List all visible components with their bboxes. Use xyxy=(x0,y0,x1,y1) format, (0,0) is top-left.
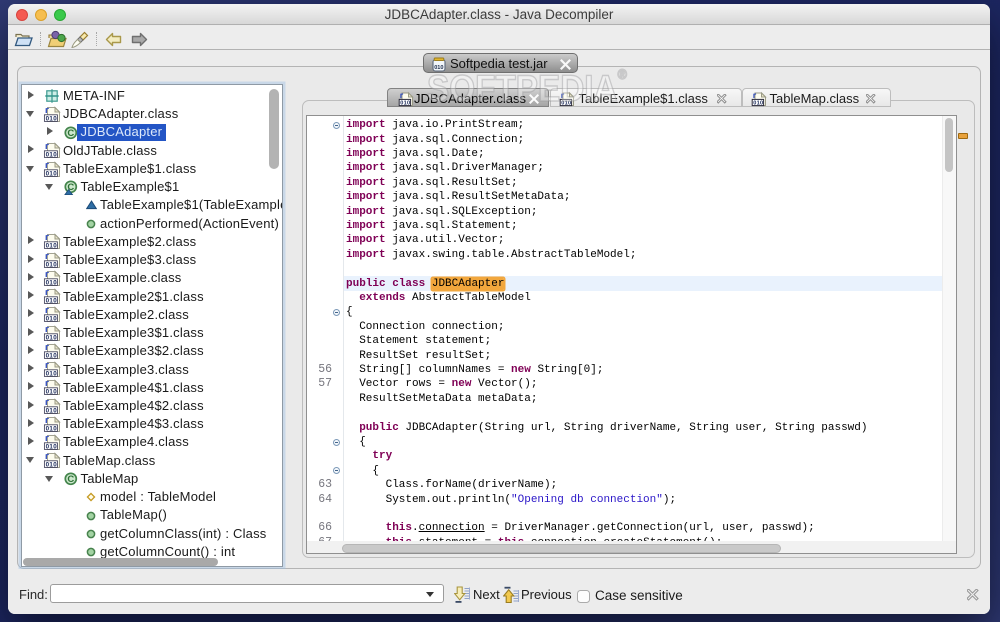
svg-text:010: 010 xyxy=(46,389,58,396)
svg-text:010: 010 xyxy=(46,371,58,378)
svg-text:010: 010 xyxy=(46,115,58,122)
svg-text:010: 010 xyxy=(46,261,58,268)
svg-text:010: 010 xyxy=(46,243,58,250)
svg-text:C: C xyxy=(67,474,74,485)
svg-text:010: 010 xyxy=(400,101,410,107)
svg-text:010: 010 xyxy=(46,407,58,414)
svg-text:010: 010 xyxy=(46,334,58,341)
svg-text:010: 010 xyxy=(46,316,58,323)
svg-text:010: 010 xyxy=(46,425,58,432)
svg-text:010: 010 xyxy=(46,152,58,159)
svg-text:010: 010 xyxy=(46,462,58,469)
svg-text:C: C xyxy=(67,128,74,139)
svg-text:010: 010 xyxy=(46,352,58,359)
svg-text:010: 010 xyxy=(46,279,58,286)
svg-text:010: 010 xyxy=(753,101,763,107)
svg-text:010: 010 xyxy=(46,170,58,177)
svg-text:010: 010 xyxy=(46,444,58,451)
svg-text:010: 010 xyxy=(46,298,58,305)
